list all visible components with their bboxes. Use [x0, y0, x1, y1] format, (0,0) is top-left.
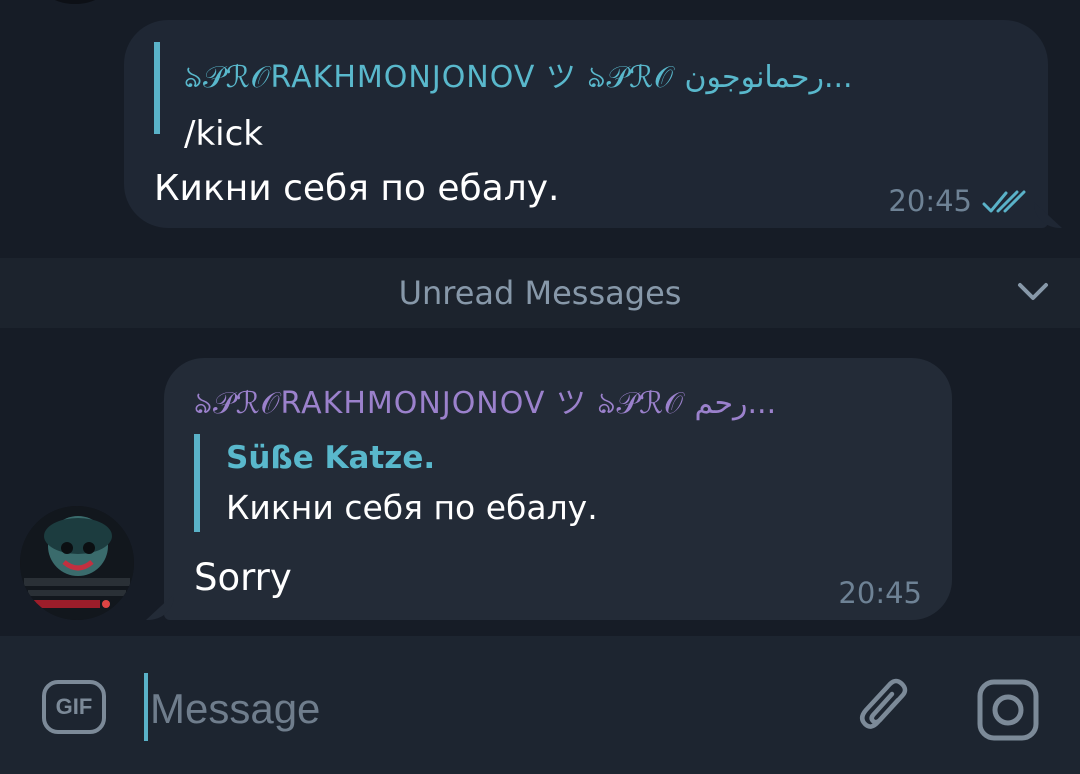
avatar[interactable] [20, 506, 134, 620]
reply-sender-name: Süße Katze. [226, 440, 436, 476]
avatar-partial [40, 0, 110, 4]
text-cursor [144, 673, 148, 741]
message-time: 20:45 [838, 576, 922, 610]
message-text: Sorry [194, 556, 292, 599]
avatar-image [20, 506, 134, 620]
reply-text: /kick [184, 114, 263, 154]
reply-preview[interactable]: ঌ𝒫ℛ𝒪RAKHMONJONOV ツ ঌ𝒫ℛ𝒪 رحمانوجون... /ki… [154, 42, 853, 154]
message-time: 20:45 [888, 184, 972, 218]
unread-messages-divider: Unread Messages [0, 258, 1080, 328]
message-text: Кикни себя по ебалу. [154, 168, 560, 209]
paperclip-icon[interactable] [856, 676, 912, 742]
gif-button[interactable]: GIF [42, 680, 106, 734]
chevron-down-icon[interactable] [1016, 280, 1050, 304]
outgoing-message-bubble[interactable]: ঌ𝒫ℛ𝒪RAKHMONJONOV ツ ঌ𝒫ℛ𝒪 رحمانوجون... /ki… [124, 20, 1048, 228]
reply-sender-name: ঌ𝒫ℛ𝒪RAKHMONJONOV ツ ঌ𝒫ℛ𝒪 رحمانوجون... [184, 60, 853, 95]
double-check-icon [982, 190, 1026, 213]
unread-label: Unread Messages [398, 274, 682, 312]
sender-name[interactable]: ঌ𝒫ℛ𝒪RAKHMONJONOV ツ ঌ𝒫ℛ𝒪 رحم... [194, 378, 776, 430]
chat-area[interactable]: ঌ𝒫ℛ𝒪RAKHMONJONOV ツ ঌ𝒫ℛ𝒪 رحمانوجون... /ki… [0, 0, 1080, 636]
incoming-message-bubble[interactable]: ঌ𝒫ℛ𝒪RAKHMONJONOV ツ ঌ𝒫ℛ𝒪 رحم... Süße Katz… [164, 358, 952, 620]
reply-text: Кикни себя по ебалу. [226, 488, 598, 527]
camera-icon[interactable] [976, 678, 1040, 742]
message-input[interactable] [150, 676, 750, 742]
reply-preview[interactable]: Süße Katze. Кикни себя по ебалу. [194, 434, 598, 532]
